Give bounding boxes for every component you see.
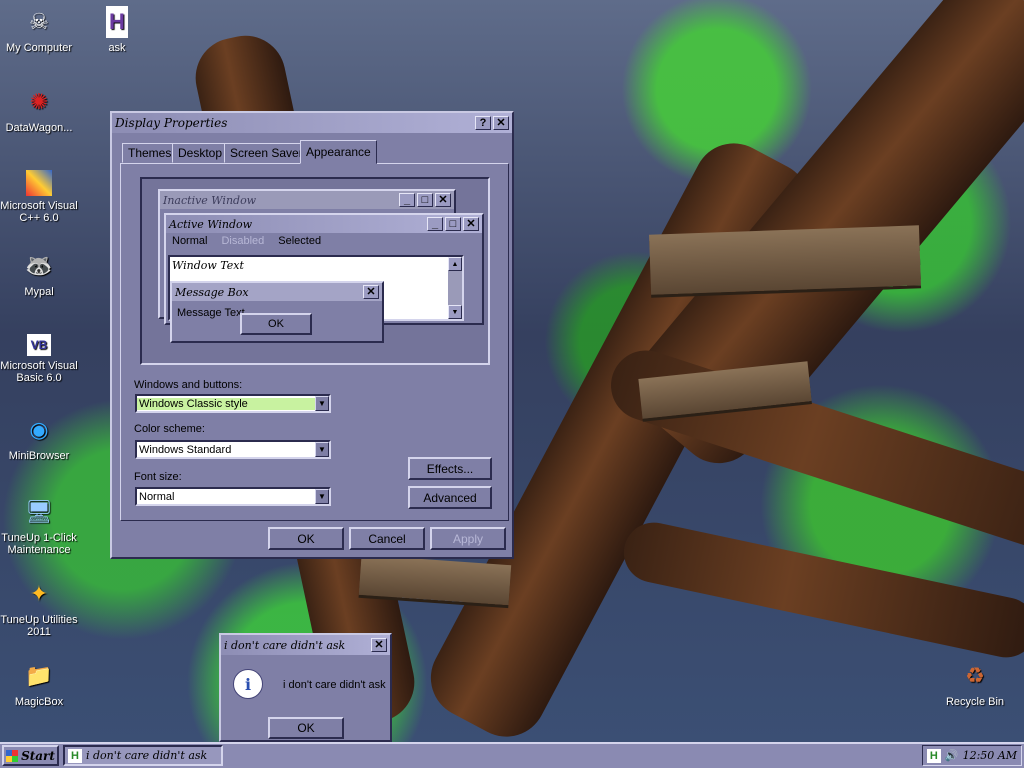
maximize-icon: □ — [417, 193, 433, 207]
tab-appearance[interactable]: Appearance — [300, 140, 377, 164]
message-box-text: i don't care didn't ask — [283, 679, 386, 691]
ok-button[interactable]: OK — [268, 527, 344, 550]
color-scheme-select[interactable]: Windows Standard ▼ — [135, 440, 331, 459]
preview-menu-bar: Normal Disabled Selected — [166, 233, 482, 249]
red-network-icon: ✺ — [29, 89, 49, 114]
color-scheme-label: Color scheme: — [134, 423, 205, 435]
preview-msgbox-title: Message Box — [175, 285, 249, 299]
start-button[interactable]: Start — [2, 745, 59, 766]
message-box-titlebar[interactable]: i don't care didn't ask ✕ — [221, 635, 390, 655]
folder-icon: 📁 — [25, 663, 53, 688]
preview-ok-button: OK — [240, 313, 312, 335]
tuneup-icon: ✦ — [29, 581, 49, 606]
desktop-icon-recycle-bin[interactable]: ♻ Recycle Bin — [930, 660, 1020, 709]
preview-menu-disabled: Disabled — [221, 235, 265, 247]
preview-msgbox-text: Message Text — [177, 307, 245, 319]
chevron-down-icon[interactable]: ▼ — [315, 489, 329, 504]
desktop-icon-label: ask — [108, 42, 126, 54]
h-tray-icon[interactable]: H — [926, 748, 941, 763]
visual-cpp-icon — [26, 170, 52, 196]
windows-buttons-value: Windows Classic style — [137, 397, 315, 410]
desktop-icon-label: MagicBox — [14, 696, 64, 708]
taskbar-item-message-box[interactable]: H i don't care didn't ask — [63, 745, 223, 766]
windows-buttons-label: Windows and buttons: — [134, 379, 243, 391]
preview-message-box: Message Box ✕ Message Text OK — [170, 281, 384, 343]
desktop-icon-label: Recycle Bin — [945, 696, 1005, 708]
close-icon: ✕ — [435, 193, 451, 207]
desktop-icon-tuneup-1click[interactable]: 🖥 TuneUp 1-Click Maintenance — [0, 496, 84, 557]
skull-computer-icon: ☠ — [29, 9, 49, 34]
clock[interactable]: 12:50 AM — [963, 749, 1017, 762]
windows-buttons-select[interactable]: Windows Classic style ▼ — [135, 394, 331, 413]
globe-icon: ◉ — [29, 417, 49, 442]
close-icon: ✕ — [463, 217, 479, 231]
effects-button[interactable]: Effects... — [408, 457, 492, 480]
message-box-title: i don't care didn't ask — [224, 638, 346, 652]
scroll-down-icon: ▼ — [448, 305, 462, 319]
desktop-icon-datawagon[interactable]: ✺ DataWagon... — [0, 86, 84, 135]
desktop-icon-label: Microsoft Visual Basic 6.0 — [0, 360, 78, 384]
minimize-icon: _ — [427, 217, 443, 231]
color-scheme-value: Windows Standard — [139, 443, 232, 456]
help-button[interactable]: ? — [475, 116, 491, 130]
h-document-icon: H — [106, 6, 128, 38]
advanced-button[interactable]: Advanced — [408, 486, 492, 509]
close-icon: ✕ — [363, 285, 379, 299]
desktop-icon-tuneup-utilities[interactable]: ✦ TuneUp Utilities 2011 — [0, 578, 84, 639]
preview-active-title: Active Window — [169, 217, 253, 231]
message-box-ok-button[interactable]: OK — [268, 717, 344, 739]
windows-flag-icon — [6, 749, 19, 762]
tab-themes[interactable]: Themes — [122, 143, 178, 163]
preview-window-text: Window Text — [172, 259, 244, 272]
tab-desktop[interactable]: Desktop — [172, 143, 229, 163]
desktop-icon-label: MiniBrowser — [8, 450, 70, 462]
desktop-icon-visual-cpp[interactable]: Microsoft Visual C++ 6.0 — [0, 170, 84, 224]
recycle-bin-icon: ♻ — [965, 663, 985, 688]
desktop-icon-label: Mypal — [24, 286, 54, 298]
chevron-down-icon[interactable]: ▼ — [315, 396, 329, 411]
desktop-icon-ask[interactable]: H ask — [72, 6, 162, 54]
h-document-icon: H — [68, 748, 82, 763]
desktop-icon-label: TuneUp Utilities 2011 — [0, 614, 78, 638]
display-properties-titlebar[interactable]: Display Properties ? ✕ — [112, 113, 512, 133]
appearance-preview: Inactive Window _ □ ✕ Active Window _ □ … — [140, 177, 490, 365]
apply-button[interactable]: Apply — [430, 527, 506, 550]
start-label: Start — [21, 748, 55, 763]
desktop-icon-magicbox[interactable]: 📁 MagicBox — [0, 660, 84, 709]
close-button[interactable]: ✕ — [493, 116, 509, 130]
font-size-label: Font size: — [134, 471, 182, 483]
scroll-up-icon: ▲ — [448, 257, 462, 271]
font-size-select[interactable]: Normal ▼ — [135, 487, 331, 506]
volume-icon[interactable]: 🔊 — [945, 749, 959, 762]
preview-menu-normal: Normal — [172, 235, 208, 247]
window-title: Display Properties — [115, 116, 228, 130]
preview-inactive-title: Inactive Window — [163, 193, 257, 207]
font-size-value: Normal — [139, 490, 175, 503]
chevron-down-icon[interactable]: ▼ — [315, 442, 329, 457]
visual-basic-icon: VB — [27, 334, 51, 356]
info-bubble-icon: i — [233, 669, 263, 699]
raccoon-icon: 🦝 — [25, 253, 53, 278]
system-tray: H 🔊 12:50 AM — [921, 745, 1022, 766]
cancel-button[interactable]: Cancel — [349, 527, 425, 550]
maximize-icon: □ — [445, 217, 461, 231]
desktop-icon-visual-basic[interactable]: VB Microsoft Visual Basic 6.0 — [0, 334, 84, 384]
preview-scrollbar: ▲ ▼ — [448, 257, 462, 319]
tab-screen-saver[interactable]: Screen Saver — [224, 143, 309, 163]
close-button[interactable]: ✕ — [371, 638, 387, 652]
taskbar: Start H i don't care didn't ask H 🔊 12:5… — [0, 742, 1024, 768]
desktop-icon-mypal[interactable]: 🦝 Mypal — [0, 250, 84, 299]
display-properties-window: Display Properties ? ✕ Themes Desktop Sc… — [110, 111, 514, 559]
preview-menu-selected: Selected — [278, 235, 322, 247]
message-box-window: i don't care didn't ask ✕ i i don't care… — [219, 633, 392, 742]
monitor-icon: 🖥 — [25, 499, 53, 524]
taskbar-item-label: i don't care didn't ask — [86, 749, 208, 762]
desktop-icon-label: DataWagon... — [5, 122, 73, 134]
desktop-icon-label: TuneUp 1-Click Maintenance — [1, 532, 77, 556]
desktop-icon-minibrowser[interactable]: ◉ MiniBrowser — [0, 414, 84, 463]
desktop-icon-label: Microsoft Visual C++ 6.0 — [0, 200, 78, 224]
minimize-icon: _ — [399, 193, 415, 207]
